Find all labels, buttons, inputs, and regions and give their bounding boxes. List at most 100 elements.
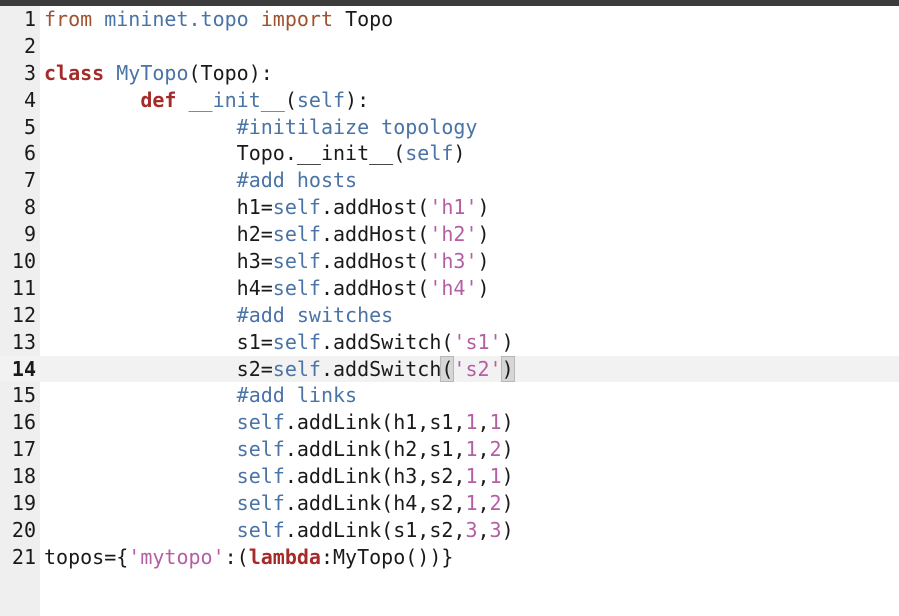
line-number: 1 [23,7,36,31]
line-number: 6 [23,141,36,166]
code-token: h2= [236,222,273,247]
line-number: 10 [11,249,36,274]
line-number: 14 [11,356,36,381]
code-token: self [236,410,285,435]
code-line[interactable]: 18 self.addLink(h3,s2,1,1) [0,463,899,490]
line-number: 18 [11,464,36,489]
code-line[interactable]: 9 h2=self.addHost('h2') [0,221,899,248]
code-token: self [272,329,321,354]
code-token: , [477,437,490,462]
code-text[interactable]: #add links [44,382,357,409]
code-text[interactable]: h2=self.addHost('h2') [44,221,490,248]
code-text[interactable]: self.addLink(h1,s1,1,1) [44,409,514,436]
code-line[interactable]: 15 #add links [0,382,899,409]
code-line[interactable]: 2 [0,33,899,60]
code-token: 2 [489,437,502,462]
code-line[interactable]: 5 #initilaize topology [0,114,899,141]
code-text[interactable]: s1=self.addSwitch('s1') [44,329,514,356]
code-token: , [477,517,490,542]
code-text[interactable]: #initilaize topology [44,114,478,141]
code-token: self [272,275,321,300]
code-text[interactable]: self.addLink(h2,s1,1,2) [44,436,514,463]
code-token: .addSwitch [320,356,442,381]
code-token: .addHost( [320,275,430,300]
code-token: ) [500,355,515,382]
code-token: #initilaize topology [236,114,478,139]
code-token: :MyTopo())} [320,544,454,569]
code-text[interactable]: from mininet.topo import Topo [44,6,393,33]
line-number: 5 [23,114,36,139]
code-line[interactable]: 8 h1=self.addHost('h1') [0,194,899,221]
line-number: 21 [11,544,36,569]
code-text[interactable]: topos={'mytopo':(lambda:MyTopo())} [44,544,453,571]
code-text[interactable]: self.addLink(h3,s2,1,1) [44,463,514,490]
code-line[interactable]: 10 h3=self.addHost('h3') [0,248,899,275]
code-text[interactable]: h3=self.addHost('h3') [44,248,490,275]
code-text[interactable]: #add switches [44,302,394,329]
code-token: 's1' [453,329,502,354]
code-token: s2= [236,356,273,381]
code-token: 'mytopo' [128,544,225,569]
code-token: , [477,410,490,435]
code-token: 'h1' [429,195,478,220]
code-line[interactable]: 17 self.addLink(h2,s1,1,2) [0,436,899,463]
code-editor[interactable]: 1 from mininet.topo import Topo 2 3 class My… [0,6,899,571]
code-token: #add links [236,383,358,408]
code-token: 1 [489,464,502,489]
code-text[interactable]: class MyTopo(Topo): [44,60,273,87]
code-line[interactable]: 4 def __init__(self): [0,87,899,114]
code-token: self [236,464,285,489]
code-line[interactable]: 1 from mininet.topo import Topo [0,6,899,33]
code-token: mininet.topo [104,7,261,31]
code-text[interactable]: #add hosts [44,167,357,194]
code-token: ( [440,355,455,382]
code-token: __init__ [188,87,285,112]
code-line[interactable]: 14 s2=self.addSwitch('s2') [0,355,899,383]
code-text[interactable]: h4=self.addHost('h4') [44,275,490,302]
code-line[interactable]: 12 #add switches [0,302,899,329]
code-token: def [140,87,189,112]
code-line[interactable]: 3 class MyTopo(Topo): [0,60,899,87]
code-line[interactable]: 21 topos={'mytopo':(lambda:MyTopo())} [0,544,899,571]
code-token: 's2' [453,356,502,381]
code-token: .addSwitch( [320,329,454,354]
line-number: 15 [11,383,36,408]
code-token: 'h2' [429,222,478,247]
code-line[interactable]: 6 Topo.__init__(self) [0,140,899,167]
code-line[interactable]: 13 s1=self.addSwitch('s1') [0,329,899,356]
code-token: , [477,464,490,489]
line-number: 8 [23,195,36,220]
code-text[interactable]: self.addLink(h4,s2,1,2) [44,490,514,517]
code-token: , [477,491,490,516]
code-text[interactable]: Topo.__init__(self) [44,140,466,167]
code-token: .addLink(h4,s2, [284,491,466,516]
code-line[interactable]: 19 self.addLink(h4,s2,1,2) [0,490,899,517]
code-line[interactable]: 11 h4=self.addHost('h4') [0,275,899,302]
code-text[interactable]: self.addLink(s1,s2,3,3) [44,517,514,544]
code-token: 1 [465,410,478,435]
code-line[interactable]: 7 #add hosts [0,167,899,194]
code-line[interactable]: 16 self.addLink(h1,s1,1,1) [0,409,899,436]
code-token: ) [501,437,514,462]
code-token: .addLink(s1,s2, [284,517,466,542]
code-token: .addLink(h1,s1, [284,410,466,435]
code-token: self [236,517,285,542]
code-text[interactable]: s2=self.addSwitch('s2') [44,355,515,383]
code-text[interactable]: h1=self.addHost('h1') [44,194,490,221]
code-token: class [44,60,117,85]
code-token: (Topo): [188,60,273,85]
code-token: ) [477,275,490,300]
code-token: #add hosts [236,168,358,193]
code-text[interactable]: def __init__(self): [44,87,369,114]
code-line[interactable]: 20 self.addLink(s1,s2,3,3) [0,517,899,544]
